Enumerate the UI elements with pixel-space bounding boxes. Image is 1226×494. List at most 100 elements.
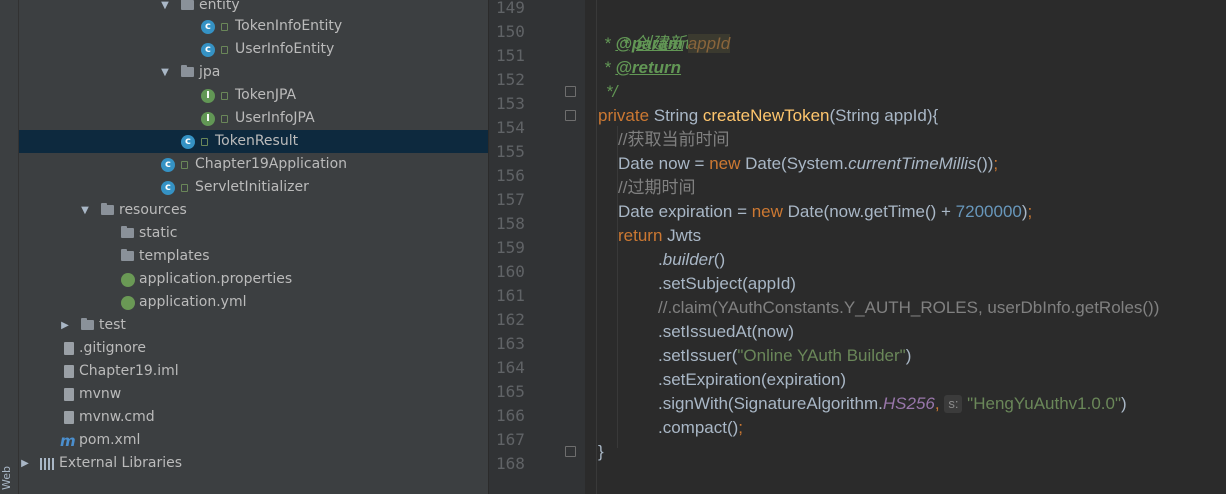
tree-node-test[interactable]: ▶ test — [19, 314, 488, 337]
tree-node-mvnw[interactable]: mvnw — [19, 383, 488, 406]
tree-node-gitignore[interactable]: .gitignore — [19, 337, 488, 360]
maven-icon: m — [60, 432, 76, 450]
class-icon: c — [201, 43, 215, 57]
resources-folder-icon — [101, 203, 114, 215]
code-line-157: Date expiration = new Date(now.getTime()… — [618, 202, 1033, 221]
tree-node-label: UserInfoEntity — [235, 41, 335, 57]
tree-node-application-yml[interactable]: application.yml — [19, 291, 488, 314]
interface-icon: I — [201, 112, 215, 126]
code-line-155: Date now = new Date(System.currentTimeMi… — [618, 154, 999, 173]
tree-node-label: ServletInitializer — [195, 179, 309, 195]
class-icon: c — [201, 20, 215, 34]
tree-node-pom-xml[interactable]: m pom.xml — [19, 429, 488, 452]
code-editor[interactable]: * 创建新token * @param appId * @return */ p… — [586, 0, 1226, 494]
code-line-166: .compact(); — [658, 418, 744, 437]
tree-node-label: TokenJPA — [235, 87, 297, 103]
tree-node-label: TokenInfoEntity — [235, 18, 343, 34]
fold-end-icon[interactable] — [565, 446, 576, 457]
tree-node-label: UserInfoJPA — [235, 110, 315, 126]
lock-icon — [181, 184, 188, 192]
code-line-167: } — [598, 442, 604, 461]
line-number: 149 — [496, 0, 525, 17]
line-number: 155 — [496, 142, 525, 161]
tree-node-label: jpa — [199, 64, 221, 80]
tree-node-resources[interactable]: ▼ resources — [19, 199, 488, 222]
tree-node-servletinitializer[interactable]: c ServletInitializer — [19, 176, 488, 199]
tree-node-chapter19application[interactable]: c Chapter19Application — [19, 153, 488, 176]
tree-node-label: pom.xml — [79, 432, 141, 448]
tree-node-label: templates — [139, 248, 210, 264]
libraries-icon — [40, 458, 54, 470]
line-number: 153 — [496, 94, 525, 113]
tree-node-tokenjpa[interactable]: I TokenJPA — [19, 84, 488, 107]
tree-node-tokeninfoentity[interactable]: c TokenInfoEntity — [19, 15, 488, 38]
line-number: 156 — [496, 166, 525, 185]
line-number: 157 — [496, 190, 525, 209]
lock-icon — [221, 92, 228, 100]
code-line-161: //.claim(YAuthConstants.Y_AUTH_ROLES, us… — [658, 298, 1160, 317]
line-number: 160 — [496, 262, 525, 281]
interface-icon: I — [201, 89, 215, 103]
line-number: 168 — [496, 454, 525, 473]
collapsed-arrow-icon[interactable]: ▶ — [19, 452, 31, 475]
package-folder-icon — [181, 0, 194, 10]
line-number: 151 — [496, 46, 525, 65]
code-line-149: * 创建新token — [622, 34, 727, 53]
tree-node-mvnw-cmd[interactable]: mvnw.cmd — [19, 406, 488, 429]
expanded-arrow-icon[interactable]: ▼ — [79, 199, 91, 222]
line-number: 166 — [496, 406, 525, 425]
line-number: 167 — [496, 430, 525, 449]
code-line-165: .signWith(SignatureAlgorithm.HS256, s: "… — [658, 394, 1127, 413]
tree-node-userinfojpa[interactable]: I UserInfoJPA — [19, 107, 488, 130]
lock-icon — [221, 46, 228, 54]
parameter-hint: s: — [944, 395, 963, 413]
code-line-154: //获取当前时间 — [618, 130, 730, 149]
tree-node-label: TokenResult — [215, 133, 299, 149]
fold-start-icon[interactable] — [565, 110, 576, 121]
tree-node-templates[interactable]: templates — [19, 245, 488, 268]
tree-node-label: mvnw — [79, 386, 122, 402]
code-line-152: */ — [606, 82, 618, 101]
lock-icon — [201, 138, 208, 146]
package-folder-icon — [181, 65, 194, 77]
spring-boot-class-icon: c — [161, 158, 175, 172]
tree-node-application-properties[interactable]: application.properties — [19, 268, 488, 291]
tree-node-label: External Libraries — [59, 455, 182, 471]
left-tool-strip: Web — [0, 0, 19, 494]
folder-icon — [121, 249, 134, 261]
file-icon — [64, 342, 74, 355]
tree-node-userinfoentity[interactable]: c UserInfoEntity — [19, 38, 488, 61]
tree-node-label: Chapter19.iml — [79, 363, 179, 379]
tree-node-label: static — [139, 225, 178, 241]
tree-node-label: resources — [119, 202, 187, 218]
tree-node-external-libraries[interactable]: ▶ External Libraries — [19, 452, 488, 475]
tree-node-static[interactable]: static — [19, 222, 488, 245]
code-line-163: .setIssuer("Online YAuth Builder") — [658, 346, 912, 365]
tree-node-label: test — [99, 317, 126, 333]
tree-node-tokenresult[interactable]: c TokenResult — [19, 130, 488, 153]
tree-node-jpa[interactable]: ▼ jpa — [19, 61, 488, 84]
tree-node-chapter19-iml[interactable]: Chapter19.iml — [19, 360, 488, 383]
file-icon — [64, 411, 74, 424]
tree-node-label: .gitignore — [79, 340, 146, 356]
class-icon: c — [161, 181, 175, 195]
tree-node-label: application.properties — [139, 271, 293, 287]
code-line-162: .setIssuedAt(now) — [658, 322, 795, 341]
project-tree[interactable]: ▼ entity c TokenInfoEntity c UserInfoEnt… — [19, 0, 488, 494]
fold-end-icon[interactable] — [565, 86, 576, 97]
web-tool-tab[interactable]: Web — [0, 464, 18, 492]
line-number-gutter: 149 150 151 152 153 154 155 156 157 158 … — [489, 0, 585, 494]
line-number: 158 — [496, 214, 525, 233]
code-line-159: .builder() — [658, 250, 726, 269]
line-number: 152 — [496, 70, 525, 89]
line-number: 161 — [496, 286, 525, 305]
line-number: 154 — [496, 118, 525, 137]
collapsed-arrow-icon[interactable]: ▶ — [59, 314, 71, 337]
indent-guide — [596, 0, 597, 494]
tree-node-label: mvnw.cmd — [79, 409, 155, 425]
code-line-156: //过期时间 — [618, 178, 696, 197]
code-line-158: return Jwts — [618, 226, 702, 245]
lock-icon — [221, 23, 228, 31]
line-number: 163 — [496, 334, 525, 353]
expanded-arrow-icon[interactable]: ▼ — [159, 61, 171, 84]
